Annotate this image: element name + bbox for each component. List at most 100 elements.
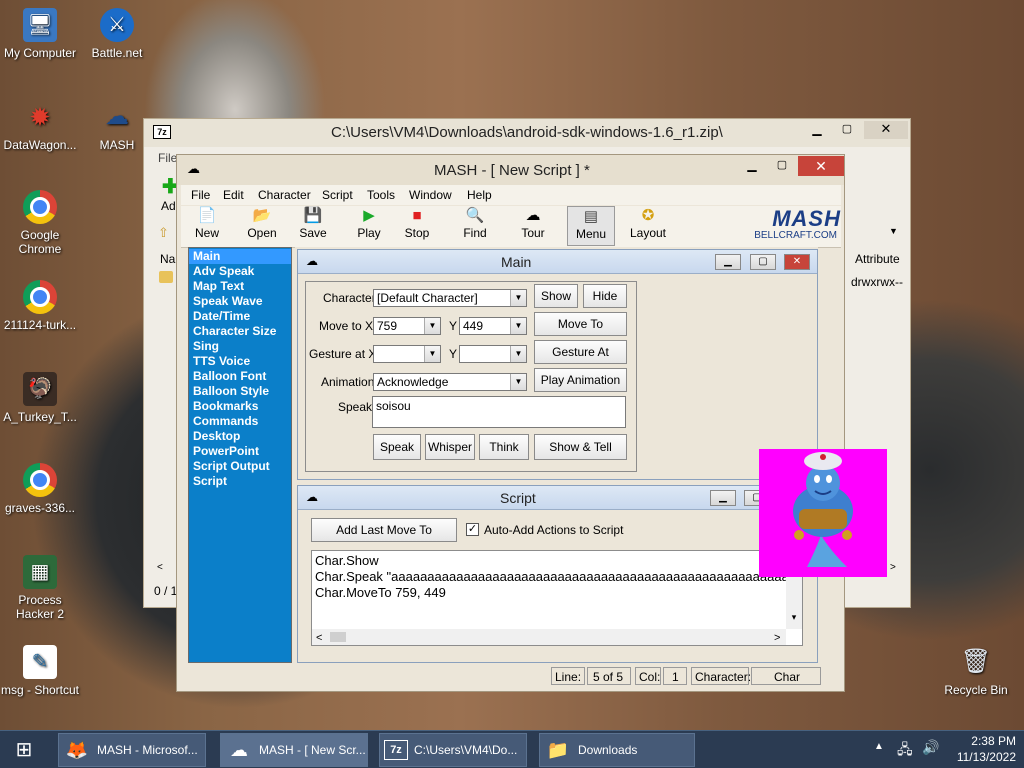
gesture-at-button[interactable]: Gesture At <box>534 340 627 364</box>
desktop-icon-my-computer[interactable]: 🖥 My Computer <box>0 8 80 60</box>
chevron-down-icon[interactable]: ▼ <box>424 318 440 334</box>
toolbar-save-button[interactable]: 💾 Save <box>293 206 333 246</box>
zip-scroll-left[interactable]: < <box>157 562 163 573</box>
zip-scroll-right[interactable]: > <box>890 562 896 573</box>
sidebar-item-tts-voice[interactable]: TTS Voice <box>189 354 291 369</box>
taskbar-item-firefox[interactable]: 🦊 MASH - Microsof... <box>58 733 206 767</box>
sidebar-item-sing[interactable]: Sing <box>189 339 291 354</box>
desktop-icon-process-hacker[interactable]: ▦ Process Hacker 2 <box>0 555 80 621</box>
desktop-icon-recycle-bin[interactable]: 🗑 Recycle Bin <box>936 645 1016 698</box>
show-and-tell-button[interactable]: Show & Tell <box>534 434 627 460</box>
taskbar-item-downloads[interactable]: 📁 Downloads <box>539 733 695 767</box>
zip-path-dropdown[interactable]: ▼ <box>889 226 898 236</box>
tray-chevron-icon[interactable]: ▲ <box>874 741 884 752</box>
auto-add-checkbox[interactable]: ✓ <box>466 523 479 536</box>
sidebar-item-character-size[interactable]: Character Size <box>189 324 291 339</box>
chevron-down-icon[interactable]: ▼ <box>510 318 526 334</box>
toolbar-find-button[interactable]: 🔍 Find <box>457 206 493 246</box>
gesture-x-select[interactable]: ▼ <box>373 345 441 363</box>
sidebar-item-speak-wave[interactable]: Speak Wave <box>189 294 291 309</box>
genie-character[interactable] <box>759 449 887 577</box>
zip-close-button[interactable]: ✕ <box>864 121 908 139</box>
sidebar-item-main[interactable]: Main <box>189 249 291 264</box>
mash-minimize-button[interactable]: ▁ <box>739 158 765 176</box>
speak-textarea[interactable]: soisou <box>372 396 626 428</box>
menu-tools[interactable]: Tools <box>367 188 395 202</box>
menu-script[interactable]: Script <box>322 188 353 202</box>
think-button[interactable]: Think <box>479 434 529 460</box>
mash-close-button[interactable]: ✕ <box>798 156 844 176</box>
chevron-down-icon[interactable]: ▼ <box>510 346 526 362</box>
main-panel-maximize[interactable]: ▢ <box>750 254 776 270</box>
scroll-right-icon[interactable]: > <box>774 630 780 645</box>
desktop-icon-turkey-file[interactable]: 211124-turk... <box>0 280 80 332</box>
desktop-icon-turkey-image[interactable]: 🦃 A_Turkey_T... <box>0 372 80 424</box>
zip-maximize-button[interactable]: ▢ <box>834 122 860 138</box>
main-panel-close[interactable]: ✕ <box>784 254 810 270</box>
toolbar-layout-button[interactable]: ✪ Layout <box>625 206 671 246</box>
taskbar-item-mash[interactable]: ☁ MASH - [ New Scr... <box>220 733 368 767</box>
show-button[interactable]: Show <box>534 284 578 308</box>
move-y-select[interactable]: 449 ▼ <box>459 317 527 335</box>
menu-help[interactable]: Help <box>467 188 492 202</box>
sidebar-item-balloon-style[interactable]: Balloon Style <box>189 384 291 399</box>
clock[interactable]: 2:38 PM 11/13/2022 <box>946 733 1016 765</box>
sidebar-item-balloon-font[interactable]: Balloon Font <box>189 369 291 384</box>
script-panel-title-bar: ☁ Script ▁ ▢ <box>298 486 817 510</box>
gesture-y-select[interactable]: ▼ <box>459 345 527 363</box>
main-panel-minimize[interactable]: ▁ <box>715 254 741 270</box>
whisper-button[interactable]: Whisper <box>425 434 475 460</box>
chevron-down-icon[interactable]: ▼ <box>510 290 526 306</box>
sidebar-item-script-output[interactable]: Script Output <box>189 459 291 474</box>
zip-add-label[interactable]: Ad <box>161 199 176 213</box>
desktop-icon-datawagon[interactable]: ✹ DataWagon... <box>0 100 80 152</box>
add-last-move-to-button[interactable]: Add Last Move To <box>311 518 457 542</box>
zip-minimize-button[interactable]: ▁ <box>804 122 830 138</box>
menu-character[interactable]: Character <box>258 188 311 202</box>
sidebar-item-powerpoint[interactable]: PowerPoint <box>189 444 291 459</box>
character-select[interactable]: [Default Character] ▼ <box>373 289 527 307</box>
chevron-down-icon[interactable]: ▼ <box>424 346 440 362</box>
start-button[interactable]: ⊞ <box>8 737 40 763</box>
volume-icon[interactable]: 🔊 <box>922 739 939 756</box>
desktop-icon-graves[interactable]: graves-336... <box>0 463 80 515</box>
menu-edit[interactable]: Edit <box>223 188 244 202</box>
animation-select[interactable]: Acknowledge ▼ <box>373 373 527 391</box>
play-animation-button[interactable]: Play Animation <box>534 368 627 392</box>
scroll-left-icon[interactable]: < <box>316 630 322 645</box>
sidebar-item-adv-speak[interactable]: Adv Speak <box>189 264 291 279</box>
toolbar-stop-button[interactable]: ■ Stop <box>399 206 435 246</box>
zip-menu-file[interactable]: File <box>158 151 177 165</box>
script-panel-minimize[interactable]: ▁ <box>710 490 736 506</box>
move-x-select[interactable]: 759 ▼ <box>373 317 441 335</box>
toolbar-menu-button[interactable]: ▤ Menu <box>567 206 615 246</box>
toolbar-open-button[interactable]: 📂 Open <box>241 206 283 246</box>
zip-up-folder-icon[interactable]: ⇧ <box>158 225 169 241</box>
toolbar-new-button[interactable]: 📄 New <box>187 206 227 246</box>
script-editor[interactable]: Char.Show Char.Speak "aaaaaaaaaaaaaaaaaa… <box>311 550 803 646</box>
sidebar-item-commands[interactable]: Commands <box>189 414 291 429</box>
taskbar-item-7zip[interactable]: 7z C:\Users\VM4\Do... <box>379 733 527 767</box>
sidebar-item-script[interactable]: Script <box>189 474 291 489</box>
zip-column-attributes[interactable]: Attribute <box>855 252 900 266</box>
sidebar-item-date-time[interactable]: Date/Time <box>189 309 291 324</box>
toolbar-tour-button[interactable]: ☁ Tour <box>513 206 553 246</box>
hide-button[interactable]: Hide <box>583 284 627 308</box>
sidebar-item-map-text[interactable]: Map Text <box>189 279 291 294</box>
scroll-thumb[interactable] <box>330 632 346 642</box>
sidebar-item-desktop[interactable]: Desktop <box>189 429 291 444</box>
network-icon[interactable]: 🖧 <box>897 739 913 763</box>
chevron-down-icon[interactable]: ▼ <box>510 374 526 390</box>
desktop-icon-battlenet[interactable]: ⚔ Battle.net <box>77 8 157 60</box>
desktop-icon-msg-shortcut[interactable]: ✎ msg - Shortcut <box>0 645 80 697</box>
sidebar-item-bookmarks[interactable]: Bookmarks <box>189 399 291 414</box>
speak-button[interactable]: Speak <box>373 434 421 460</box>
menu-window[interactable]: Window <box>409 188 452 202</box>
move-to-button[interactable]: Move To <box>534 312 627 336</box>
menu-file[interactable]: File <box>191 188 210 202</box>
mash-window: ☁ MASH - [ New Script ] * ▁ ▢ ✕ File Edi… <box>176 154 845 692</box>
desktop-icon-google-chrome[interactable]: Google Chrome <box>0 190 80 256</box>
mash-maximize-button[interactable]: ▢ <box>769 158 795 176</box>
script-horizontal-scrollbar[interactable]: < > <box>312 629 786 645</box>
toolbar-play-button[interactable]: ▶ Play <box>351 206 387 246</box>
